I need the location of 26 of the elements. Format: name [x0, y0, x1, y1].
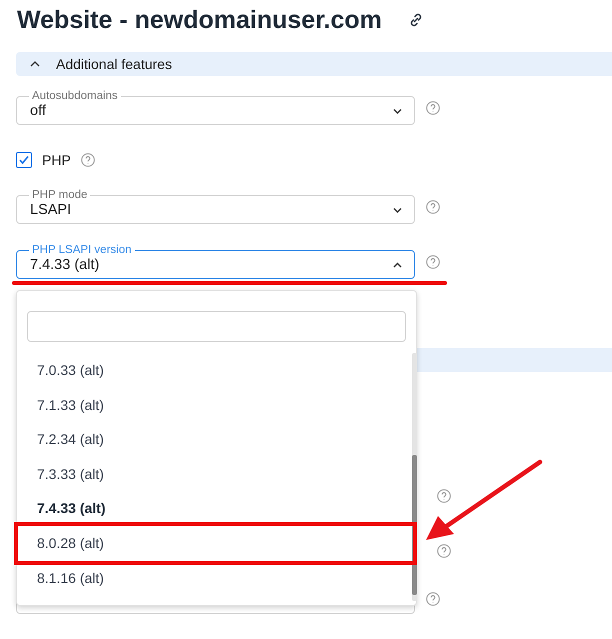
select-field[interactable]: Autosubdomains off — [16, 90, 415, 125]
search-field[interactable] — [27, 311, 406, 342]
checkbox-label: PHP — [42, 152, 71, 168]
help-icon[interactable] — [426, 592, 440, 606]
dropdown-option[interactable]: 7.2.34 (alt) — [17, 422, 416, 457]
dropdown-option[interactable]: 7.0.33 (alt) — [17, 353, 416, 388]
chevron-icon — [30, 61, 40, 67]
help-icon[interactable] — [426, 100, 440, 114]
chevron-icon — [393, 108, 402, 114]
checkbox[interactable] — [16, 152, 32, 168]
chevron-icon — [393, 262, 402, 268]
page-title: Website - newdomainuser.com — [17, 6, 382, 34]
section-header[interactable]: Additional features — [16, 52, 612, 76]
scrollbar[interactable] — [412, 353, 417, 601]
dropdown-option[interactable]: 7.3.33 (alt) — [17, 456, 416, 492]
help-icon[interactable] — [80, 153, 95, 167]
help-icon[interactable] — [437, 489, 451, 503]
chevron-icon — [393, 206, 402, 212]
dropdown-option[interactable]: 8.0.28 (alt) — [14, 522, 417, 565]
dropdown-option[interactable]: 7.1.33 (alt) — [17, 388, 416, 422]
select-field[interactable]: PHP mode LSAPI — [16, 189, 415, 224]
help-icon[interactable] — [426, 200, 440, 214]
select-field[interactable]: PHP LSAPI version 7.4.33 (alt) — [16, 244, 415, 279]
help-icon[interactable] — [426, 254, 440, 268]
checkmark-icon — [18, 154, 30, 166]
help-icon[interactable] — [437, 544, 451, 558]
